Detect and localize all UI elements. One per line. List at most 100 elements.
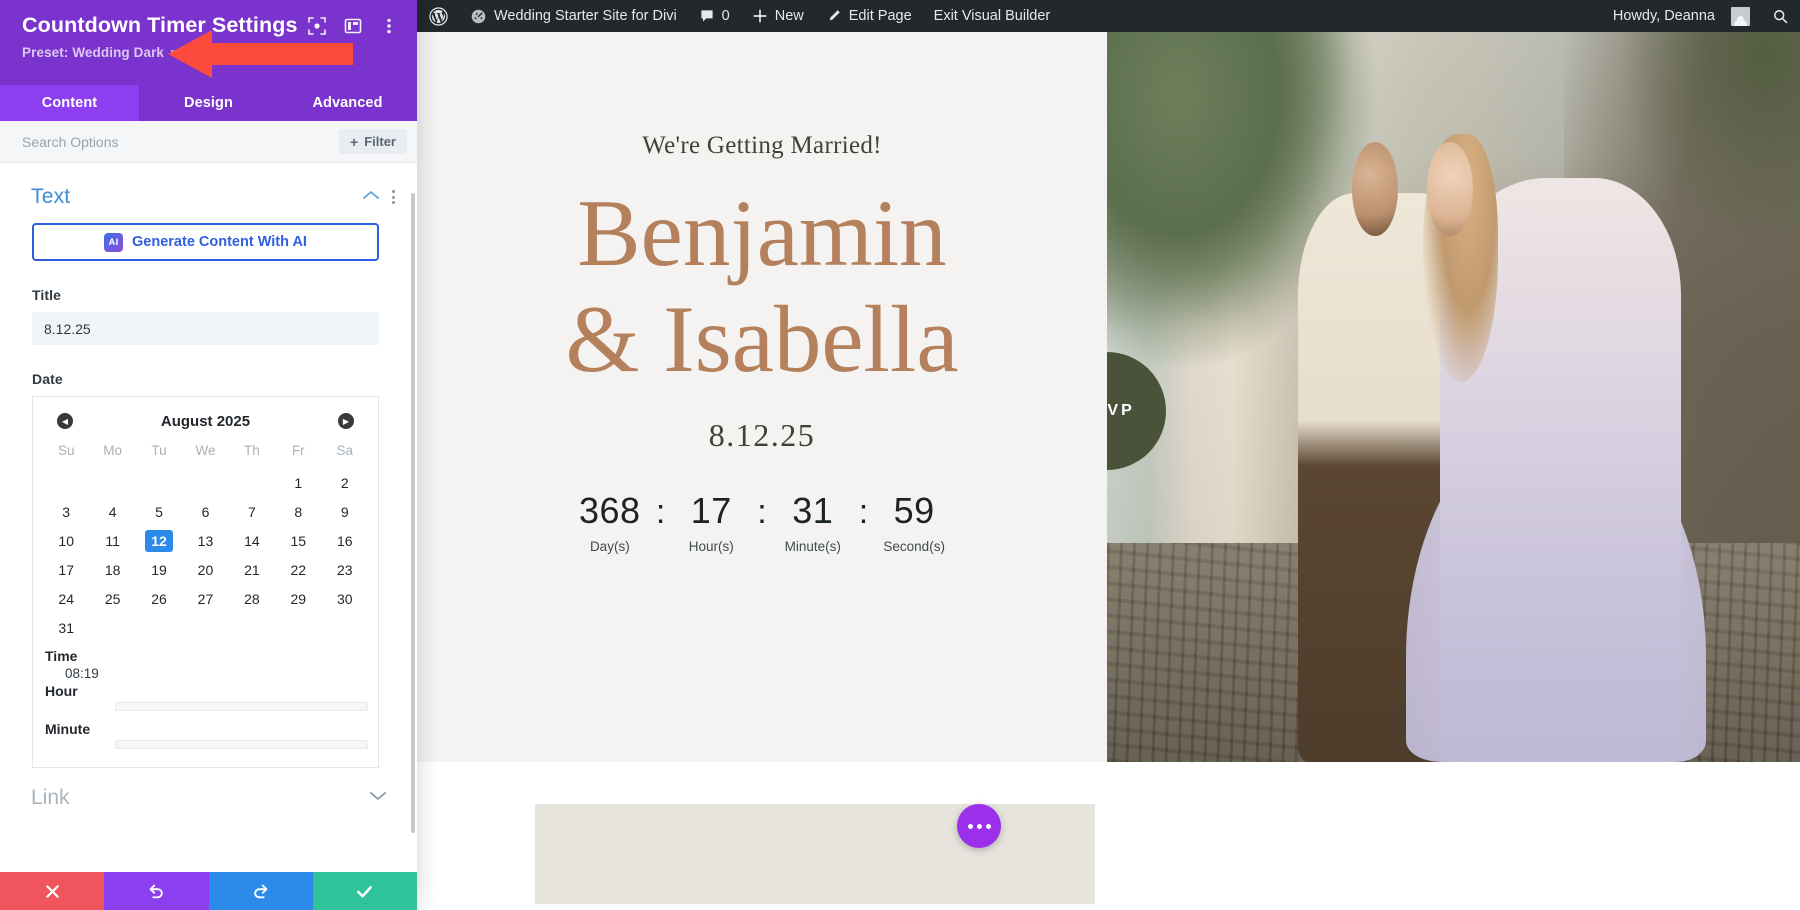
- calendar-day-empty: [229, 468, 275, 497]
- layout-icon[interactable]: [343, 16, 363, 36]
- more-options-icon[interactable]: [379, 16, 399, 36]
- divi-settings-fab[interactable]: [957, 804, 1001, 848]
- weekday-mo: Mo: [103, 443, 123, 458]
- comments-button[interactable]: 0: [688, 0, 741, 32]
- chevron-right-icon[interactable]: ▶: [338, 413, 354, 429]
- chevron-down-icon[interactable]: [369, 789, 387, 807]
- wp-logo-button[interactable]: [417, 0, 459, 32]
- filter-button[interactable]: + Filter: [339, 129, 407, 154]
- calendar-day-7[interactable]: 7: [229, 497, 275, 526]
- search-options-bar: + Filter: [0, 121, 417, 163]
- site-name-menu[interactable]: Wedding Starter Site for Divi: [459, 0, 688, 32]
- preset-selector[interactable]: Preset: Wedding Dark ▼: [22, 45, 399, 60]
- ellipsis-icon-dot-2: [976, 823, 982, 829]
- calendar-day-31[interactable]: 31: [43, 613, 89, 642]
- calendar-day-22[interactable]: 22: [275, 555, 321, 584]
- calendar-day-20[interactable]: 20: [182, 555, 228, 584]
- content-placeholder-block: [535, 804, 1095, 904]
- save-button[interactable]: [312, 872, 417, 910]
- redo-button[interactable]: [208, 872, 313, 910]
- hero-names: Benjamin & Isabella: [565, 180, 958, 393]
- preset-label: Preset: Wedding Dark: [22, 45, 165, 60]
- calendar-day-24[interactable]: 24: [43, 584, 89, 613]
- howdy-label: Howdy, Deanna: [1612, 8, 1715, 24]
- calendar-day-empty: [136, 468, 182, 497]
- calendar-day-28[interactable]: 28: [229, 584, 275, 613]
- calendar-day-23[interactable]: 23: [322, 555, 368, 584]
- weekday-sa: Sa: [336, 443, 354, 458]
- tab-design[interactable]: Design: [139, 85, 278, 121]
- countdown-label-minutes: Minute(s): [784, 538, 841, 554]
- hero-date: 8.12.25: [708, 416, 816, 453]
- calendar-day-3[interactable]: 3: [43, 497, 89, 526]
- module-settings-panel: Countdown Timer Settings Preset: Wedding…: [0, 0, 417, 910]
- title-input[interactable]: [32, 312, 379, 345]
- calendar-week-row: 17 18 19 20 21 22 23: [43, 555, 368, 584]
- calendar-day-8[interactable]: 8: [275, 497, 321, 526]
- calendar-day-19[interactable]: 19: [136, 555, 182, 584]
- countdown-timer[interactable]: 368 Day(s) : 17 Hour(s) : 31 Minute(s) :: [566, 490, 958, 554]
- close-button[interactable]: [0, 872, 105, 910]
- weekday-we: We: [195, 443, 216, 458]
- calendar-day-13[interactable]: 13: [182, 526, 228, 555]
- hour-slider[interactable]: [115, 702, 368, 711]
- chevron-left-icon[interactable]: ◀: [57, 413, 73, 429]
- vertical-dots-icon[interactable]: [392, 190, 395, 204]
- calendar-weekday-row: Su Mo Tu We Th Fr Sa: [43, 437, 368, 468]
- calendar-day-empty: [136, 613, 182, 642]
- date-field-label: Date: [32, 371, 63, 387]
- countdown-separator-2: :: [757, 492, 767, 531]
- calendar-day-2[interactable]: 2: [322, 468, 368, 497]
- page-below-hero: [417, 762, 1800, 910]
- focus-icon[interactable]: [307, 16, 327, 36]
- calendar-grid: Su Mo Tu We Th Fr Sa 1 2 3 4 5 6 7 8 9 10 11 12 13 14…: [43, 437, 368, 642]
- link-section-header[interactable]: Link: [0, 768, 417, 810]
- text-section-header: Text: [0, 163, 417, 219]
- new-content-button[interactable]: New: [741, 0, 815, 32]
- tab-content[interactable]: Content: [0, 85, 139, 121]
- tab-advanced[interactable]: Advanced: [278, 85, 417, 121]
- calendar-week-row: 10 11 12 13 14 15 16: [43, 526, 368, 555]
- edit-page-button[interactable]: Edit Page: [815, 0, 923, 32]
- calendar-day-29[interactable]: 29: [275, 584, 321, 613]
- calendar-day-27[interactable]: 27: [182, 584, 228, 613]
- generate-content-with-ai-button[interactable]: AI Generate Content With AI: [32, 223, 379, 261]
- wordpress-icon: [429, 6, 448, 26]
- countdown-unit-hours: 17 Hour(s): [667, 490, 755, 554]
- x-icon: [44, 883, 61, 900]
- calendar-day-4[interactable]: 4: [89, 497, 135, 526]
- calendar-week-row: 3456789: [43, 497, 368, 526]
- admin-search-button[interactable]: [1761, 0, 1800, 32]
- calendar-day-9[interactable]: 9: [322, 497, 368, 526]
- chevron-up-icon[interactable]: [362, 188, 380, 206]
- time-value: 08:19: [65, 666, 99, 681]
- calendar-day-10[interactable]: 10: [43, 526, 89, 555]
- calendar-day-26[interactable]: 26: [136, 584, 182, 613]
- undo-button[interactable]: [104, 872, 209, 910]
- calendar-day-empty: [229, 613, 275, 642]
- calendar-day-5[interactable]: 5: [136, 497, 182, 526]
- calendar-day-21[interactable]: 21: [229, 555, 275, 584]
- ellipsis-icon-dot-3: [985, 823, 991, 829]
- calendar-day-6[interactable]: 6: [182, 497, 228, 526]
- calendar-day-14[interactable]: 14: [229, 526, 275, 555]
- filter-label: Filter: [364, 134, 396, 149]
- countdown-value-days: 368: [579, 489, 641, 531]
- countdown-separator-1: :: [655, 492, 666, 531]
- calendar-day-15[interactable]: 15: [275, 526, 321, 555]
- hero-name-line-2: & Isabella: [565, 286, 959, 393]
- calendar-day-17[interactable]: 17: [43, 555, 89, 584]
- edit-page-label: Edit Page: [848, 8, 912, 24]
- calendar-day-30[interactable]: 30: [322, 584, 368, 613]
- calendar-day-1[interactable]: 1: [275, 468, 321, 497]
- exit-visual-builder-button[interactable]: Exit Visual Builder: [923, 0, 1062, 32]
- search-input[interactable]: [22, 133, 340, 150]
- howdy-menu[interactable]: Howdy, Deanna: [1601, 0, 1761, 32]
- calendar-day-25[interactable]: 25: [89, 584, 135, 613]
- calendar-day-12[interactable]: 12: [136, 526, 182, 555]
- date-picker: ◀ August 2025 ▶ Su Mo Tu We Th Fr Sa 1 2…: [32, 396, 379, 768]
- minute-slider[interactable]: [115, 740, 368, 749]
- calendar-day-11[interactable]: 11: [89, 526, 135, 555]
- calendar-day-16[interactable]: 16: [322, 526, 368, 555]
- calendar-day-18[interactable]: 18: [89, 555, 135, 584]
